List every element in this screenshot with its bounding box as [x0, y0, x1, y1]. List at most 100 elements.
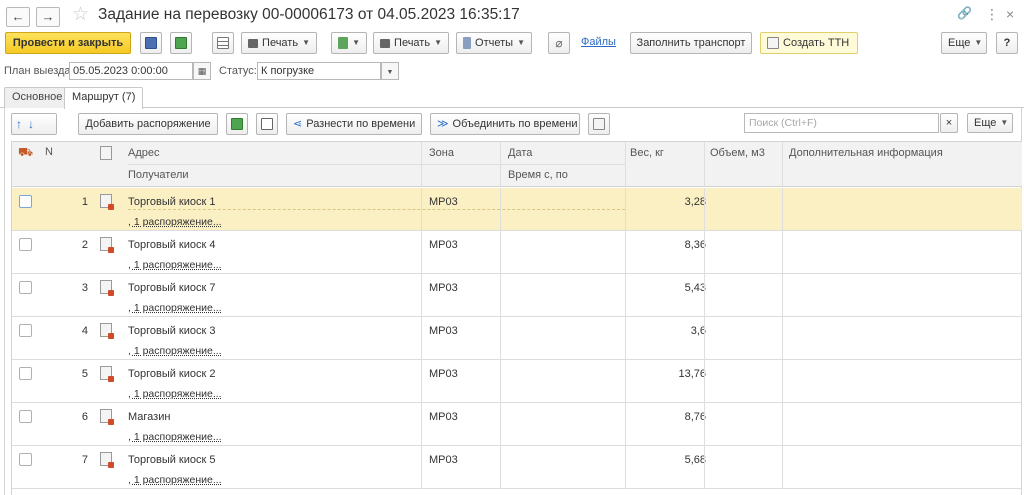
check-button[interactable] [226, 113, 248, 135]
help-button[interactable]: ? [996, 32, 1018, 54]
header-n: N [45, 146, 53, 158]
header-address: Адрес [128, 147, 160, 159]
column-divider [625, 360, 626, 403]
column-divider [421, 274, 422, 317]
order-document-icon[interactable] [100, 323, 114, 339]
column-divider [500, 317, 501, 360]
more-menu-icon[interactable]: ⋮ [985, 6, 999, 23]
order-document-icon[interactable] [100, 366, 114, 382]
row-checkbox[interactable] [19, 238, 32, 251]
print-button-2[interactable]: Печать ▼ [373, 32, 449, 54]
order-document-icon[interactable] [100, 452, 114, 468]
fill-transport-button[interactable]: Заполнить транспорт [630, 32, 752, 54]
table-row[interactable]: 2 Торговый киоск 4 , 1 распоряжение... МР03… [12, 231, 1022, 274]
row-checkbox[interactable] [19, 195, 32, 208]
column-divider [782, 446, 783, 489]
row-weight: 3,28 [684, 196, 706, 208]
row-number: 7 [81, 454, 88, 466]
row-checkbox[interactable] [19, 281, 32, 294]
column-divider [704, 142, 705, 187]
back-button[interactable]: ← [6, 7, 30, 27]
reports-icon [463, 37, 472, 49]
tab-main[interactable]: Основное [4, 87, 71, 108]
post-button[interactable] [170, 32, 192, 54]
route-toolbar: ↑ ↓ Добавить распоряжение ⋖ Разнести по … [5, 113, 1021, 137]
printer-icon [248, 38, 259, 48]
order-document-icon[interactable] [100, 280, 114, 296]
printer-icon [380, 38, 391, 48]
status-select[interactable]: К погрузке [257, 62, 381, 80]
attach-button[interactable]: ⌀ [548, 32, 570, 54]
table-row[interactable]: 1 Торговый киоск 1 , 1 распоряжение... МР03… [12, 188, 1022, 231]
move-up-icon[interactable]: ↑ [16, 114, 22, 134]
paperclip-icon: ⌀ [555, 36, 563, 50]
chevron-down-icon: ▼ [386, 69, 394, 76]
search-clear-button[interactable]: × [940, 113, 958, 133]
tab-route[interactable]: Маршрут (7) [64, 87, 144, 109]
order-document-icon[interactable] [100, 194, 114, 210]
row-checkbox[interactable] [19, 410, 32, 423]
more-button[interactable]: Еще ▼ [941, 32, 987, 54]
order-document-icon[interactable] [100, 409, 114, 425]
header-zone: Зона [429, 147, 454, 159]
add-order-button[interactable]: Добавить распоряжение [78, 113, 218, 135]
post-and-close-button[interactable]: Провести и закрыть [5, 32, 131, 54]
close-icon[interactable]: × [1006, 6, 1014, 22]
column-divider [782, 403, 783, 446]
column-divider [704, 231, 705, 274]
list-button[interactable] [212, 32, 234, 54]
table-row[interactable]: 7 Торговый киоск 5 , 1 распоряжение... МР03… [12, 446, 1022, 489]
chevron-down-icon: ▼ [302, 38, 310, 47]
create-based-icon [338, 37, 349, 49]
row-address: Торговый киоск 7 [128, 282, 216, 294]
column-divider [704, 188, 705, 231]
list-icon [217, 37, 229, 49]
search-input[interactable]: Поиск (Ctrl+F) [744, 113, 939, 133]
link-icon[interactable]: 🔗 [957, 6, 972, 20]
row-orders-link[interactable]: , 1 распоряжение... [128, 431, 222, 443]
row-orders-link[interactable]: , 1 распоряжение... [128, 388, 222, 400]
table-row[interactable]: 6 Магазин , 1 распоряжение... МР03 8,76 [12, 403, 1022, 446]
plan-date-input[interactable]: 05.05.2023 0:00:00 [69, 62, 193, 80]
document-icon [767, 37, 779, 49]
reports-button[interactable]: Отчеты ▼ [456, 32, 532, 54]
create-ttn-button[interactable]: Создать ТТН [760, 32, 858, 54]
column-divider [500, 403, 501, 446]
create-based-on-button[interactable]: ▼ [331, 32, 367, 54]
row-orders-link[interactable]: , 1 распоряжение... [128, 216, 222, 228]
row-zone: МР03 [429, 325, 458, 337]
column-divider [421, 403, 422, 446]
column-divider [625, 274, 626, 317]
merge-time-button[interactable]: ≫ Объединить по времени [430, 113, 580, 135]
files-link[interactable]: Файлы [581, 36, 616, 48]
move-down-icon[interactable]: ↓ [28, 114, 34, 134]
status-dropdown-button[interactable]: ▼ [381, 62, 399, 80]
calendar-button[interactable]: ▦ [193, 62, 211, 80]
add-order-label: Добавить распоряжение [85, 118, 211, 130]
row-orders-link[interactable]: , 1 распоряжение... [128, 474, 222, 486]
row-orders-link[interactable]: , 1 распоряжение... [128, 259, 222, 271]
row-checkbox[interactable] [19, 367, 32, 380]
save-button[interactable] [140, 32, 162, 54]
distribute-time-button[interactable]: ⋖ Разнести по времени [286, 113, 422, 135]
create-ttn-label: Создать ТТН [783, 37, 850, 49]
table-row[interactable]: 3 Торговый киоск 7 , 1 распоряжение... МР03… [12, 274, 1022, 317]
column-divider [782, 274, 783, 317]
order-document-icon[interactable] [100, 237, 114, 253]
forward-button[interactable]: → [36, 7, 60, 27]
copy-button[interactable] [256, 113, 278, 135]
table-row[interactable]: 4 Торговый киоск 3 , 1 распоряжение... МР03… [12, 317, 1022, 360]
move-buttons: ↑ ↓ [11, 113, 57, 135]
chevron-down-icon: ▼ [352, 38, 360, 47]
route-more-button[interactable]: Еще ▼ [967, 113, 1013, 133]
row-checkbox[interactable] [19, 453, 32, 466]
row-orders-link[interactable]: , 1 распоряжение... [128, 345, 222, 357]
row-checkbox[interactable] [19, 324, 32, 337]
row-number: 3 [81, 282, 88, 294]
row-orders-link[interactable]: , 1 распоряжение... [128, 302, 222, 314]
table-row[interactable]: 5 Торговый киоск 2 , 1 распоряжение... МР03… [12, 360, 1022, 403]
favorite-star-icon[interactable]: ☆ [72, 4, 89, 26]
column-divider [421, 231, 422, 274]
document-order-button[interactable] [588, 113, 610, 135]
print-button-1[interactable]: Печать ▼ [241, 32, 317, 54]
